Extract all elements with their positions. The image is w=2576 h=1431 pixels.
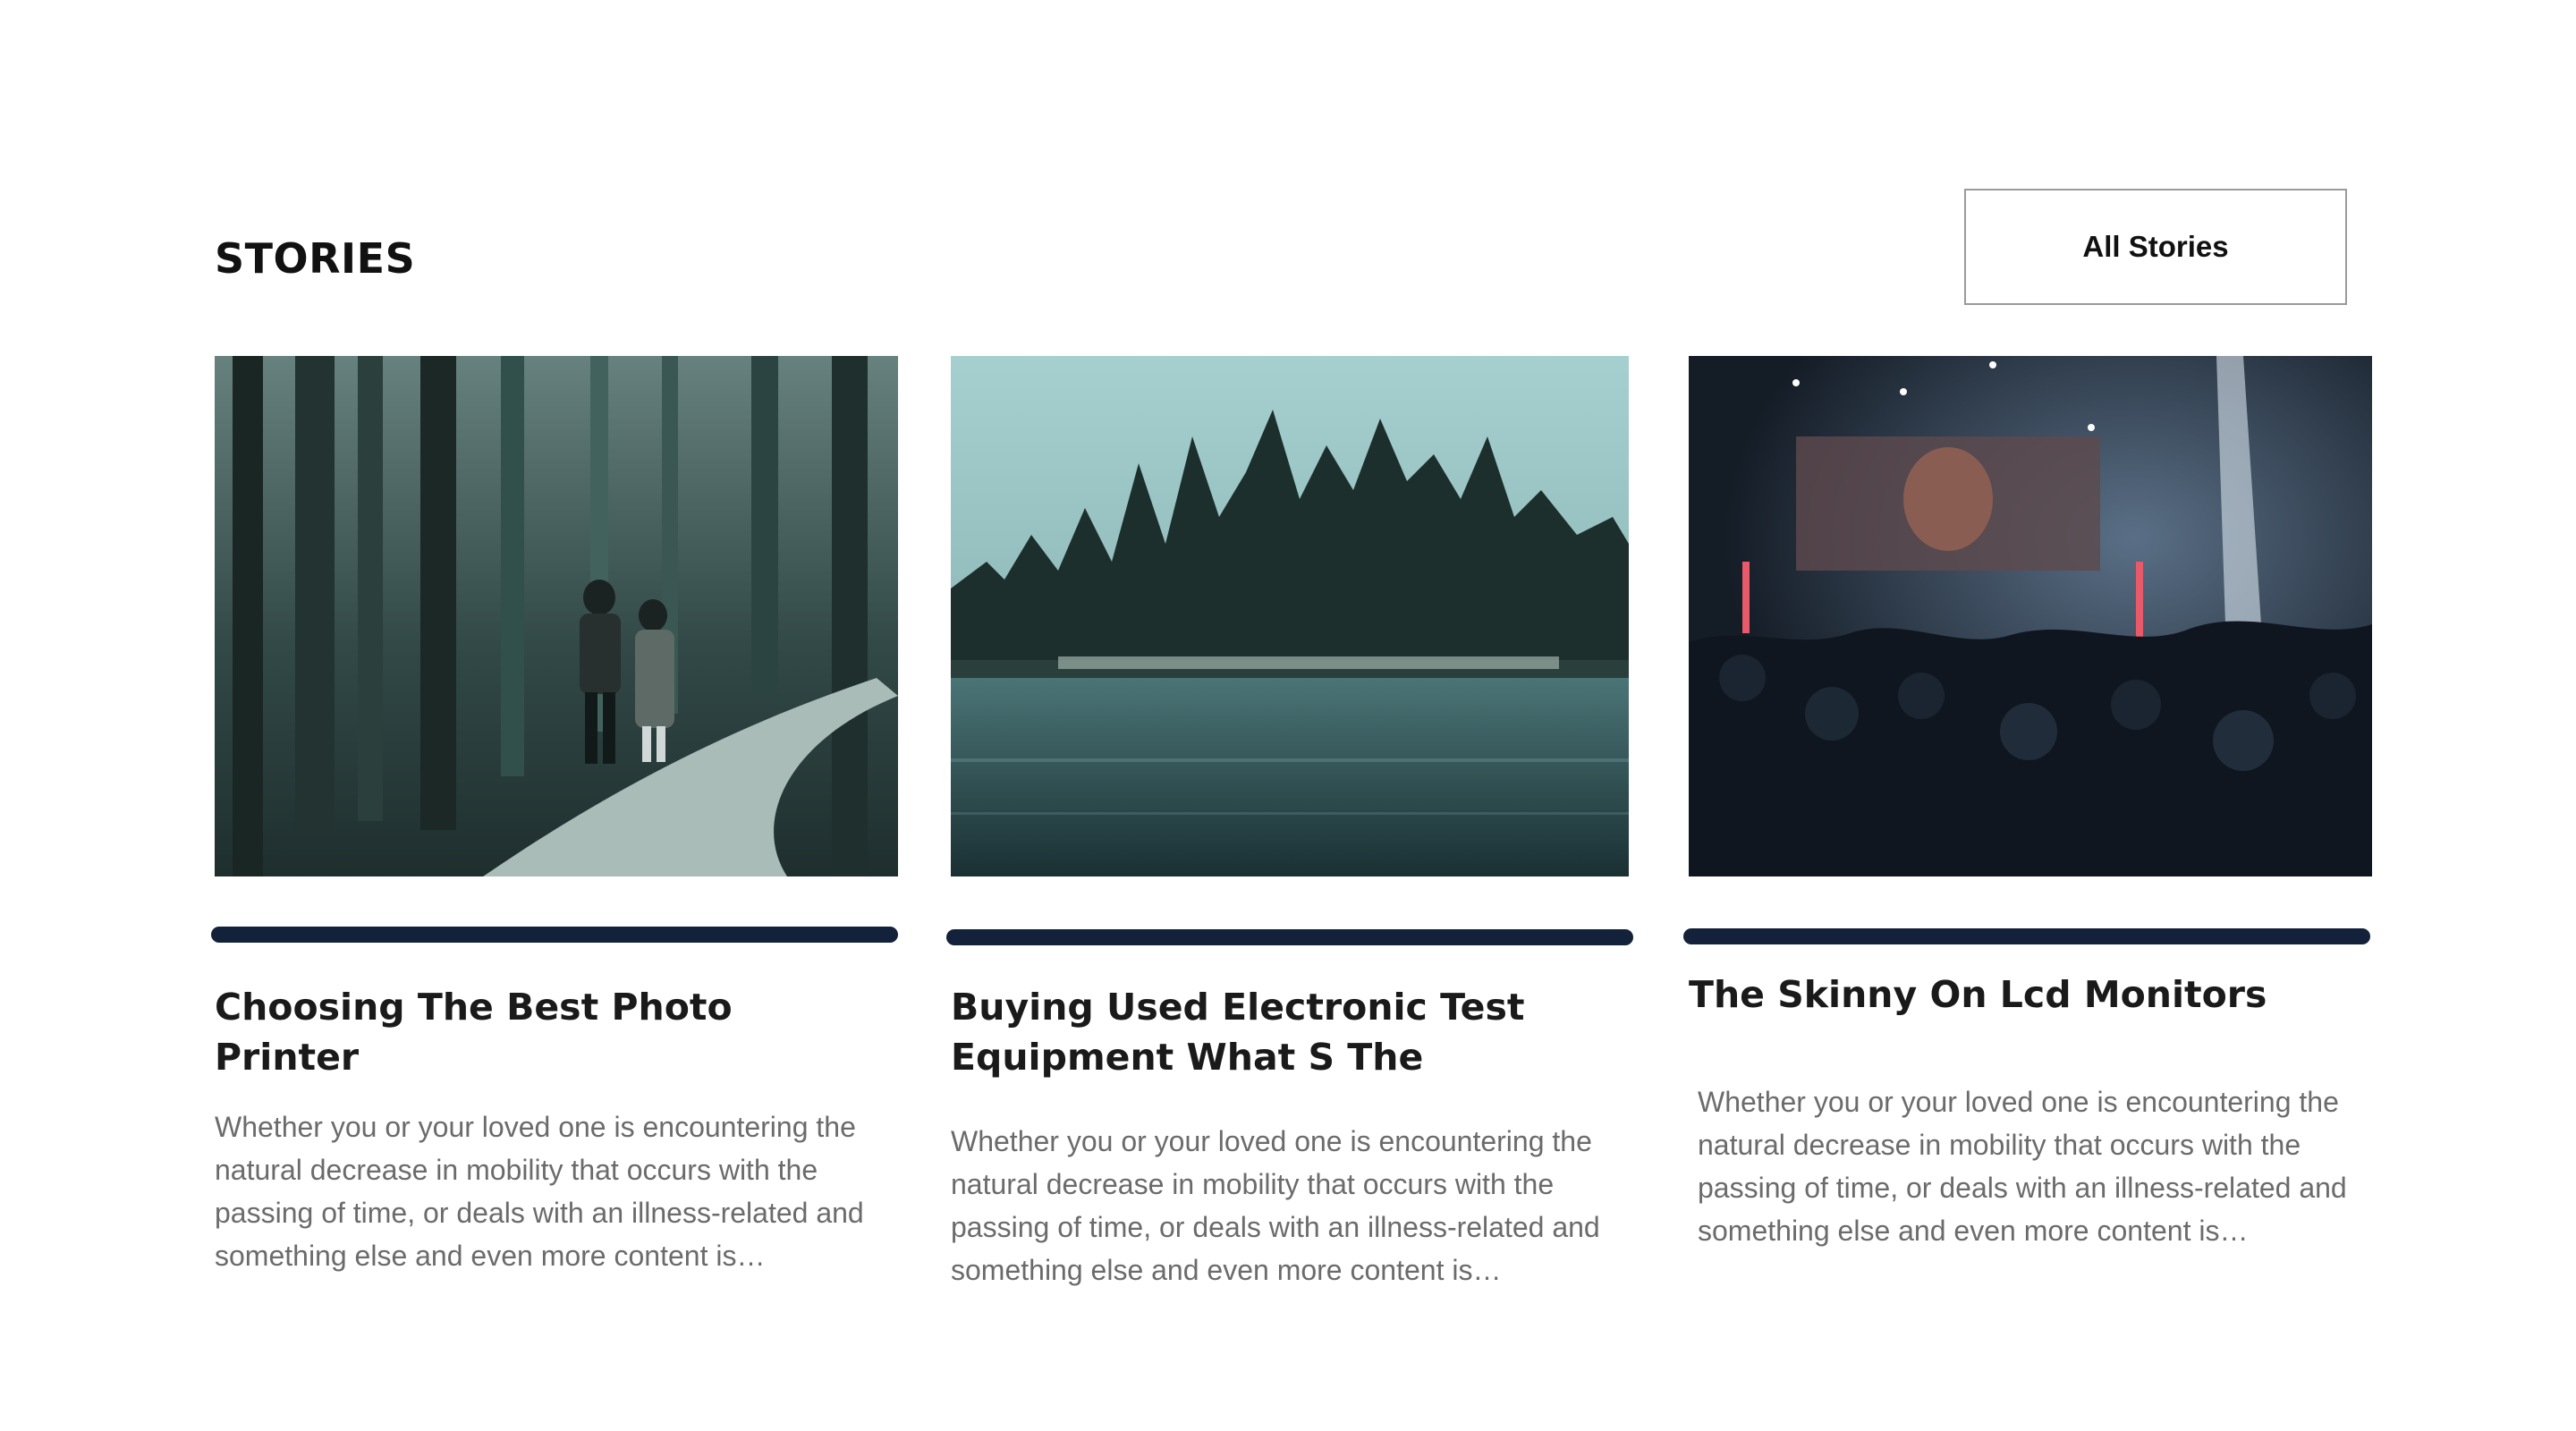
section-title: STORIES xyxy=(215,234,416,283)
story-title[interactable]: The Skinny On Lcd Monitors xyxy=(1689,970,2377,1020)
story-title-line: Choosing The Best Photo xyxy=(215,986,733,1029)
concert-crowd-photo xyxy=(1689,356,2372,876)
forest-path-photo xyxy=(215,356,898,876)
story-excerpt: Whether you or your loved one is encount… xyxy=(1698,1086,2347,1247)
story-image[interactable] xyxy=(215,356,898,876)
story-title-line: Equipment What S The xyxy=(951,1036,1424,1079)
story-divider-bar xyxy=(211,927,898,943)
story-title-line: Buying Used Electronic Test xyxy=(951,986,1525,1029)
lake-forest-photo xyxy=(951,356,1629,876)
story-excerpt: Whether you or your loved one is encount… xyxy=(951,1125,1600,1286)
story-image[interactable] xyxy=(1689,356,2372,876)
story-title[interactable]: Choosing The Best Photo Printer xyxy=(215,982,903,1082)
story-divider-bar xyxy=(1683,928,2370,944)
story-excerpt: Whether you or your loved one is encount… xyxy=(215,1111,864,1272)
story-title[interactable]: Buying Used Electronic Test Equipment Wh… xyxy=(951,982,1640,1082)
story-title-line: The Skinny On Lcd Monitors xyxy=(1689,973,2267,1016)
story-title-line: Printer xyxy=(215,1036,360,1079)
story-image[interactable] xyxy=(951,356,1629,876)
story-divider-bar xyxy=(946,929,1633,945)
all-stories-button[interactable]: All Stories xyxy=(1964,189,2347,305)
